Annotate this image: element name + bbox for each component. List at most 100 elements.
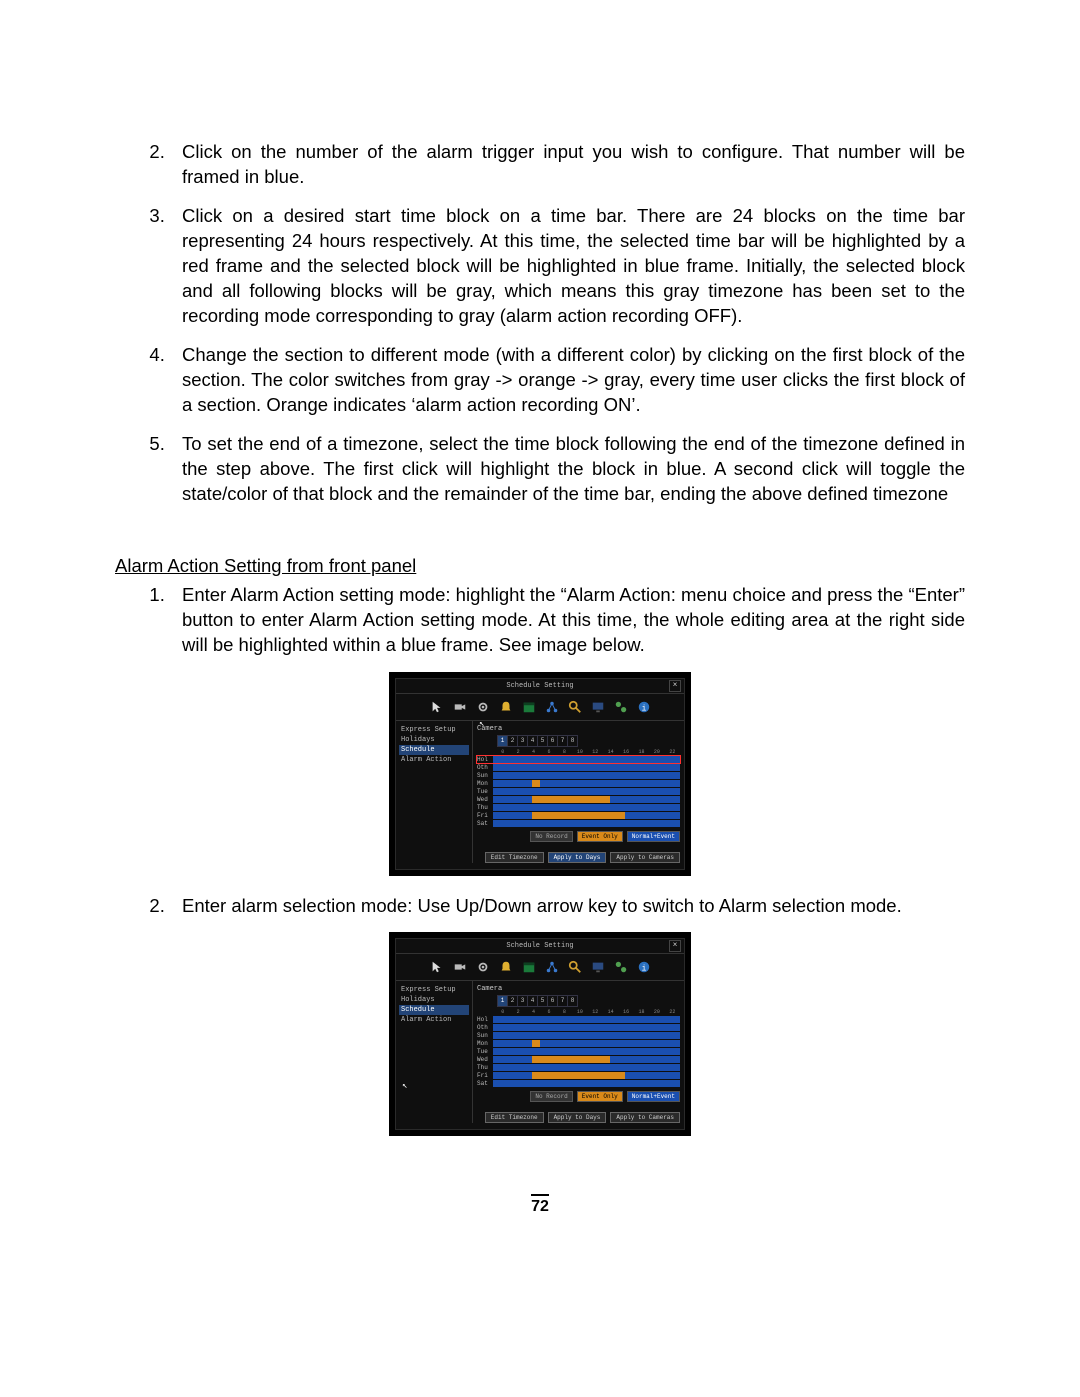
day-row-hol[interactable]: Hol (477, 756, 680, 763)
day-row-hol[interactable]: Hol (477, 1016, 680, 1023)
camera-label: Camera (477, 725, 502, 733)
day-row-wed[interactable]: Wed (477, 1056, 680, 1063)
day-row-mon[interactable]: Mon (477, 1040, 680, 1047)
camera-icon[interactable] (453, 960, 467, 974)
day-row-thu[interactable]: Thu (477, 1064, 680, 1071)
cursor-icon[interactable] (430, 960, 444, 974)
tools-icon[interactable] (614, 700, 628, 714)
search-icon[interactable] (568, 960, 582, 974)
close-icon[interactable]: × (669, 940, 681, 952)
screenshot-2: Schedule Setting × i E (115, 932, 965, 1136)
day-row-thu[interactable]: Thu (477, 804, 680, 811)
dvr-window: Schedule Setting × i E (389, 672, 691, 876)
dvr-title: Schedule Setting (506, 682, 573, 690)
sidebar-item-schedule[interactable]: Schedule (399, 745, 469, 755)
sidebar-item-holidays[interactable]: Holidays (399, 995, 469, 1005)
camera-number-row: 1 2 3 4 5 6 7 8 (497, 735, 577, 747)
edit-timezone-button[interactable]: Edit Timezone (485, 1112, 544, 1123)
instruction-list-2b: Enter alarm selection mode: Use Up/Down … (115, 894, 965, 919)
day-row-tue[interactable]: Tue (477, 788, 680, 795)
legend-no-record: No Record (530, 831, 572, 842)
instruction-item: To set the end of a timezone, select the… (170, 432, 965, 507)
day-row-fri[interactable]: Fri (477, 812, 680, 819)
gear-icon[interactable] (476, 960, 490, 974)
info-icon[interactable]: i (637, 960, 651, 974)
svg-text:i: i (641, 704, 646, 713)
day-row-mon[interactable]: Mon (477, 780, 680, 787)
day-row-oth[interactable]: Oth (477, 764, 680, 771)
dvr-main-panel: ↖ Camera 1 2 3 4 5 6 (473, 721, 684, 863)
bell-icon[interactable] (499, 960, 513, 974)
camera-num-8[interactable]: 8 (567, 995, 578, 1007)
calendar-icon[interactable] (522, 700, 536, 714)
document-page: Click on the number of the alarm trigger… (0, 0, 1080, 1256)
sidebar-item-express[interactable]: Express Setup (399, 985, 469, 995)
instruction-list-1: Click on the number of the alarm trigger… (115, 140, 965, 507)
hour-ruler: 0246810121416182022 (477, 1009, 680, 1015)
network-icon[interactable] (545, 700, 559, 714)
legend: No Record Event Only Normal+Event (477, 831, 680, 842)
search-icon[interactable] (568, 700, 582, 714)
day-row-oth[interactable]: Oth (477, 1024, 680, 1031)
legend: No Record Event Only Normal+Event (477, 1091, 680, 1102)
instruction-item: Change the section to different mode (wi… (170, 343, 965, 418)
dvr-main-panel: Camera 1 2 3 4 5 6 7 (473, 981, 684, 1123)
calendar-icon[interactable] (522, 960, 536, 974)
page-number: 72 (115, 1154, 965, 1216)
instruction-list-2: Enter Alarm Action setting mode: highlig… (115, 583, 965, 658)
dvr-sidebar: Express Setup Holidays Schedule Alarm Ac… (396, 981, 473, 1123)
button-row: Edit Timezone Apply to Days Apply to Cam… (477, 852, 680, 863)
monitor-icon[interactable] (591, 960, 605, 974)
screenshot-1: Schedule Setting × i E (115, 672, 965, 876)
instruction-item: Click on a desired start time block on a… (170, 204, 965, 329)
cursor-icon[interactable] (430, 700, 444, 714)
dvr-title: Schedule Setting (506, 942, 573, 950)
day-row-sun[interactable]: Sun (477, 1032, 680, 1039)
instruction-item: Enter alarm selection mode: Use Up/Down … (170, 894, 965, 919)
apply-to-days-button[interactable]: Apply to Days (548, 852, 607, 863)
instruction-item: Enter Alarm Action setting mode: highlig… (170, 583, 965, 658)
camera-icon[interactable] (453, 700, 467, 714)
section-heading: Alarm Action Setting from front panel (115, 555, 965, 577)
sidebar-item-holidays[interactable]: Holidays (399, 735, 469, 745)
day-row-wed[interactable]: Wed (477, 796, 680, 803)
gear-icon[interactable] (476, 700, 490, 714)
legend-event-only: Event Only (577, 831, 623, 842)
network-icon[interactable] (545, 960, 559, 974)
sidebar-item-express[interactable]: Express Setup (399, 725, 469, 735)
edit-timezone-button[interactable]: Edit Timezone (485, 852, 544, 863)
day-row-sat[interactable]: Sat (477, 1080, 680, 1087)
camera-num-8[interactable]: 8 (567, 735, 578, 747)
instruction-item: Click on the number of the alarm trigger… (170, 140, 965, 190)
dvr-toolbar: i (396, 694, 684, 721)
dvr-titlebar: Schedule Setting × (396, 939, 684, 954)
day-row-tue[interactable]: Tue (477, 1048, 680, 1055)
bell-icon[interactable] (499, 700, 513, 714)
dvr-window: Schedule Setting × i E (389, 932, 691, 1136)
button-row: Edit Timezone Apply to Days Apply to Cam… (477, 1112, 680, 1123)
dvr-sidebar: Express Setup Holidays Schedule Alarm Ac… (396, 721, 473, 863)
day-row-fri[interactable]: Fri (477, 1072, 680, 1079)
dvr-titlebar: Schedule Setting × (396, 679, 684, 694)
legend-event-only: Event Only (577, 1091, 623, 1102)
legend-normal-event: Normal+Event (627, 1091, 680, 1102)
info-icon[interactable]: i (637, 700, 651, 714)
apply-to-cameras-button[interactable]: Apply to Cameras (610, 1112, 680, 1123)
legend-normal-event: Normal+Event (627, 831, 680, 842)
camera-number-row: 1 2 3 4 5 6 7 8 (497, 995, 577, 1007)
sidebar-item-alarm-action[interactable]: Alarm Action (399, 1015, 469, 1025)
hour-ruler: 0246810121416182022 (477, 749, 680, 755)
day-row-sat[interactable]: Sat (477, 820, 680, 827)
monitor-icon[interactable] (591, 700, 605, 714)
cursor-pointer-icon: ↖ (402, 1081, 410, 1091)
sidebar-item-schedule[interactable]: Schedule (399, 1005, 469, 1015)
day-row-sun[interactable]: Sun (477, 772, 680, 779)
apply-to-cameras-button[interactable]: Apply to Cameras (610, 852, 680, 863)
legend-no-record: No Record (530, 1091, 572, 1102)
svg-text:i: i (641, 965, 646, 974)
dvr-toolbar: i (396, 954, 684, 981)
apply-to-days-button[interactable]: Apply to Days (548, 1112, 607, 1123)
close-icon[interactable]: × (669, 680, 681, 692)
tools-icon[interactable] (614, 960, 628, 974)
sidebar-item-alarm-action[interactable]: Alarm Action (399, 755, 469, 765)
